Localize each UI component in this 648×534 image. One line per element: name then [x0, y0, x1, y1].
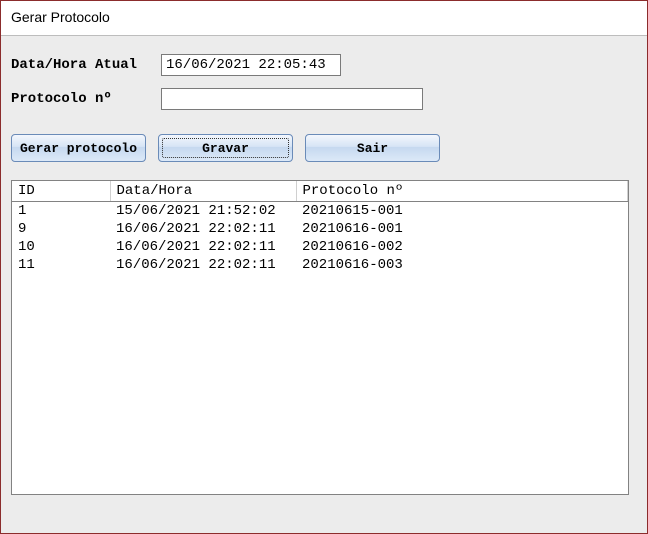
cell-protocol: 20210616-001 [296, 220, 628, 238]
row-protocol: Protocolo nº [11, 88, 641, 110]
button-row: Gerar protocolo Gravar Sair [11, 134, 641, 162]
cell-id: 11 [12, 256, 110, 274]
cell-datetime: 16/06/2021 22:02:11 [110, 220, 296, 238]
table-row[interactable]: 115/06/2021 21:52:0220210615-001 [12, 202, 628, 220]
cell-datetime: 16/06/2021 22:02:11 [110, 238, 296, 256]
cell-protocol: 20210615-001 [296, 202, 628, 220]
save-button[interactable]: Gravar [158, 134, 293, 162]
exit-button[interactable]: Sair [305, 134, 440, 162]
window: Gerar Protocolo Data/Hora Atual Protocol… [0, 0, 648, 534]
row-datetime: Data/Hora Atual [11, 54, 641, 76]
col-header-protocol[interactable]: Protocolo nº [296, 181, 628, 202]
cell-protocol: 20210616-002 [296, 238, 628, 256]
table-row[interactable]: 1116/06/2021 22:02:1120210616-003 [12, 256, 628, 274]
label-protocol: Protocolo nº [11, 91, 161, 107]
table-row[interactable]: 1016/06/2021 22:02:1120210616-002 [12, 238, 628, 256]
cell-id: 9 [12, 220, 110, 238]
protocol-grid[interactable]: ID Data/Hora Protocolo nº 115/06/2021 21… [11, 180, 629, 495]
content-area: Data/Hora Atual Protocolo nº Gerar proto… [1, 36, 647, 501]
table-row[interactable]: 916/06/2021 22:02:1120210616-001 [12, 220, 628, 238]
label-datetime: Data/Hora Atual [11, 57, 161, 73]
col-header-id[interactable]: ID [12, 181, 110, 202]
grid-header-row: ID Data/Hora Protocolo nº [12, 181, 628, 202]
cell-datetime: 15/06/2021 21:52:02 [110, 202, 296, 220]
window-title: Gerar Protocolo [1, 1, 647, 36]
cell-protocol: 20210616-003 [296, 256, 628, 274]
input-datetime[interactable] [161, 54, 341, 76]
cell-id: 1 [12, 202, 110, 220]
generate-protocol-button[interactable]: Gerar protocolo [11, 134, 146, 162]
cell-datetime: 16/06/2021 22:02:11 [110, 256, 296, 274]
col-header-datetime[interactable]: Data/Hora [110, 181, 296, 202]
input-protocol[interactable] [161, 88, 423, 110]
cell-id: 10 [12, 238, 110, 256]
